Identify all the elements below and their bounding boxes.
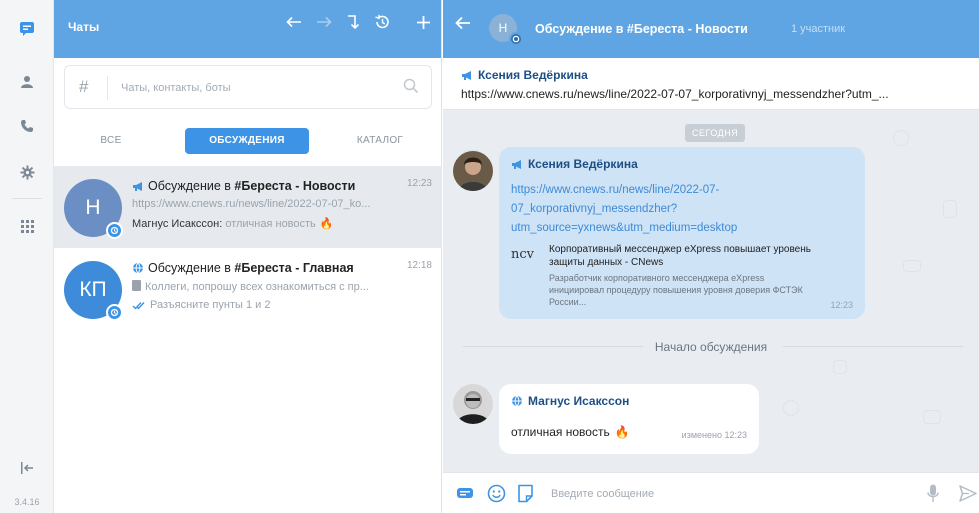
discussion-badge-icon: [509, 32, 523, 46]
collapse-sidebar-button[interactable]: [0, 448, 54, 488]
collapse-left-icon: [21, 462, 33, 474]
double-check-icon: [132, 301, 145, 310]
message-bubble[interactable]: Ксения Ведёркина https://www.cnews.ru/ne…: [499, 147, 865, 319]
pinned-message[interactable]: Ксения Ведёркина https://www.cnews.ru/ne…: [443, 58, 979, 110]
background-pattern: [833, 360, 847, 374]
message-author: Ксения Ведёркина: [511, 157, 638, 171]
fire-emoji-icon: 🔥: [614, 425, 630, 439]
discussion-badge-icon: [106, 304, 123, 321]
app-version: 3.4.16: [14, 497, 40, 507]
chat-preview-link: https://www.cnews.ru/news/line/2022-07-0…: [132, 198, 371, 210]
rail-item-contacts[interactable]: [0, 62, 54, 102]
pinned-text: https://www.cnews.ru/news/line/2022-07-0…: [461, 87, 889, 101]
message-link[interactable]: https://www.cnews.ru/news/line/2022-07- …: [511, 181, 801, 238]
fire-emoji-icon: 🔥: [319, 218, 334, 230]
person-icon: [21, 76, 33, 88]
background-pattern: [783, 400, 799, 416]
background-pattern: [943, 200, 957, 218]
tab-discussions[interactable]: ОБСУЖДЕНИЯ: [185, 128, 309, 154]
rail-item-settings[interactable]: [0, 152, 54, 192]
pinned-author: Ксения Ведёркина: [461, 68, 588, 82]
back-arrow-icon[interactable]: [286, 16, 302, 28]
sticker-icon[interactable]: [517, 484, 534, 503]
keyboard-icon[interactable]: [457, 488, 473, 498]
chat-list-header: Чаты: [54, 0, 441, 58]
chat-list-item[interactable]: КП Обсуждение в #Береста - Главная 12:18…: [54, 248, 442, 330]
chat-bubble-icon: [20, 22, 34, 36]
conversation-title[interactable]: Обсуждение в #Береста - Новости: [535, 22, 748, 36]
chat-last-message: Магнус Исакссон: отличная новость 🔥: [132, 217, 432, 231]
avatar[interactable]: [453, 151, 493, 191]
last-text: Разъясните пунты 1 и 2: [150, 299, 271, 311]
message-time: изменено 12:23: [681, 430, 747, 440]
message-author: Магнус Исакссон: [511, 394, 629, 408]
conversation-panel: Н Обсуждение в #Береста - Новости 1 учас…: [443, 0, 979, 513]
microphone-icon[interactable]: [927, 484, 939, 503]
last-text: отличная новость: [222, 217, 316, 230]
tab-all[interactable]: ВСЕ: [76, 128, 146, 154]
chat-list-panel: Чаты # ВСЕ ОБСУЖДЕНИЯ: [54, 0, 442, 513]
avatar[interactable]: [453, 384, 493, 424]
background-pattern: [893, 130, 909, 146]
chat-last-message: Разъясните пунты 1 и 2: [132, 299, 432, 311]
discussion-start: Начало обсуждения: [443, 340, 979, 354]
rail-divider: [12, 198, 42, 199]
emoji-icon[interactable]: [487, 484, 506, 503]
history-icon[interactable]: [374, 14, 390, 30]
chat-filter-tabs: ВСЕ ОБСУЖДЕНИЯ КАТАЛОГ: [64, 128, 432, 154]
rail-item-calls[interactable]: [0, 106, 54, 146]
message-composer: [443, 472, 979, 513]
globe-icon: [511, 395, 523, 407]
search-divider: [107, 76, 108, 100]
app-rail: 3.4.16: [0, 0, 54, 513]
megaphone-icon: [461, 70, 473, 81]
redirect-icon[interactable]: [346, 14, 360, 30]
cnews-logo: ncv: [511, 247, 534, 262]
megaphone-icon: [511, 159, 523, 170]
phone-icon: [21, 120, 33, 132]
gear-icon: [19, 164, 35, 180]
search-input[interactable]: [121, 78, 381, 98]
hash-icon: #: [79, 77, 89, 96]
link-preview-description: Разработчик корпоративного мессенджера e…: [549, 273, 803, 307]
message-bubble[interactable]: Магнус Исакссон отличная новость 🔥 измен…: [499, 384, 759, 454]
message-time: 12:23: [830, 300, 853, 310]
chat-list-item[interactable]: Н Обсуждение в #Береста - Новости 12:23 …: [54, 166, 442, 248]
forward-arrow-icon[interactable]: [316, 16, 332, 28]
link-preview[interactable]: ncv Корпоративный мессенджер eXpress пов…: [511, 243, 856, 309]
grid-icon: [20, 219, 34, 233]
search-icon[interactable]: [403, 78, 419, 97]
chat-time: 12:18: [406, 260, 432, 271]
chat-preview-document: Коллеги, попрошу всех ознакомиться с пр.…: [132, 280, 432, 293]
message-text: отличная новость 🔥: [511, 425, 630, 439]
conversation-header: Н Обсуждение в #Береста - Новости 1 учас…: [443, 0, 979, 58]
send-icon[interactable]: [959, 485, 977, 502]
back-button[interactable]: [455, 14, 471, 35]
rail-item-apps[interactable]: [0, 206, 54, 246]
rail-item-chats[interactable]: [0, 0, 54, 58]
message-input[interactable]: [551, 485, 911, 503]
link-preview-title: Корпоративный мессенджер eXpress повышае…: [549, 244, 811, 268]
new-chat-plus-icon[interactable]: [416, 15, 431, 30]
chat-time: 12:23: [406, 178, 432, 189]
discussion-badge-icon: [106, 222, 123, 239]
last-sender: Магнус Исакссон:: [132, 217, 223, 230]
chat-list-title: Чаты: [68, 20, 100, 34]
date-separator: СЕГОДНЯ: [685, 124, 746, 142]
participants-count[interactable]: 1 участник: [791, 23, 845, 35]
background-pattern: [903, 260, 921, 272]
search-box: #: [64, 65, 432, 109]
document-icon: [132, 280, 141, 291]
background-pattern: [923, 410, 941, 424]
tab-catalog[interactable]: КАТАЛОГ: [340, 128, 420, 154]
